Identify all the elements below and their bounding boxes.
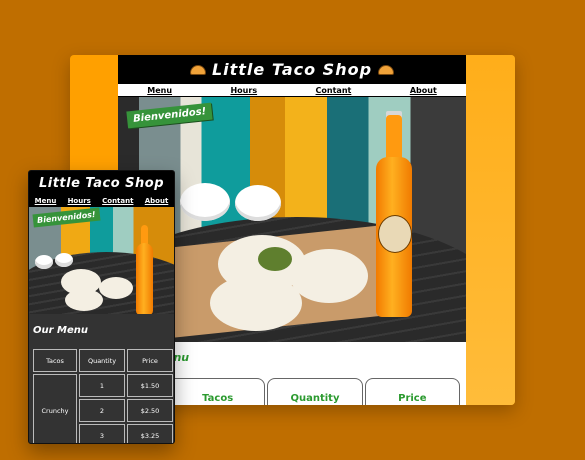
group-crunchy: Crunchy — [33, 374, 77, 443]
nav-contact[interactable]: Contant — [316, 86, 352, 95]
col-tacos: Tacos — [33, 349, 77, 372]
nav-hours[interactable]: Hours — [230, 86, 257, 95]
mobile-nav-hours[interactable]: Hours — [68, 197, 91, 205]
price-cell: $1.50 — [127, 374, 173, 397]
taco-plate — [65, 289, 103, 311]
mobile-menu-heading: Our Menu — [33, 324, 89, 336]
site-title: Little Taco Shop — [211, 60, 373, 79]
nav-about[interactable]: About — [410, 86, 437, 95]
welcome-badge: Bienvenidos! — [126, 102, 213, 129]
site-nav: Menu Hours Contant About — [118, 84, 466, 97]
taco-plate — [290, 249, 368, 303]
mobile-nav-contact[interactable]: Contant — [102, 197, 133, 205]
bowl — [35, 255, 53, 269]
mobile-preview: Little Taco Shop Menu Hours Contant Abou… — [28, 170, 175, 444]
salsa — [258, 247, 292, 271]
mobile-site-title: Little Taco Shop — [29, 171, 174, 195]
soda-bottle — [136, 243, 153, 314]
mobile-nav: Menu Hours Contant About — [29, 195, 174, 207]
mobile-hero-image: Bienvenidos! — [29, 207, 174, 314]
col-quantity: Quantity — [79, 349, 125, 372]
bowl — [55, 253, 73, 267]
bottle-label — [378, 215, 412, 253]
nav-menu[interactable]: Menu — [147, 86, 172, 95]
qty-cell: 1 — [79, 374, 125, 397]
mobile-nav-about[interactable]: About — [145, 197, 169, 205]
mobile-nav-menu[interactable]: Menu — [35, 197, 57, 205]
col-tacos: Tacos — [170, 378, 266, 405]
menu-table-header: Tacos Quantity Price — [170, 378, 460, 405]
bowl — [180, 183, 230, 221]
col-quantity: Quantity — [267, 378, 363, 405]
site-header: Little Taco Shop — [118, 55, 466, 84]
taco-icon — [378, 64, 395, 75]
taco-plate — [99, 277, 133, 299]
taco-icon — [189, 64, 206, 75]
col-price: Price — [364, 378, 460, 405]
price-cell: $3.25 — [127, 424, 173, 443]
mobile-welcome-badge: Bienvenidos! — [32, 207, 101, 228]
menu-heading: enu — [166, 351, 190, 364]
bottle-neck — [386, 115, 402, 163]
col-price: Price — [127, 349, 173, 372]
mobile-menu-table: Tacos Quantity Price Crunchy 1 $1.50 2 $… — [33, 349, 173, 443]
price-cell: $2.50 — [127, 399, 173, 422]
bowl — [235, 185, 281, 221]
taco-plate — [210, 275, 302, 331]
qty-cell: 3 — [79, 424, 125, 443]
qty-cell: 2 — [79, 399, 125, 422]
